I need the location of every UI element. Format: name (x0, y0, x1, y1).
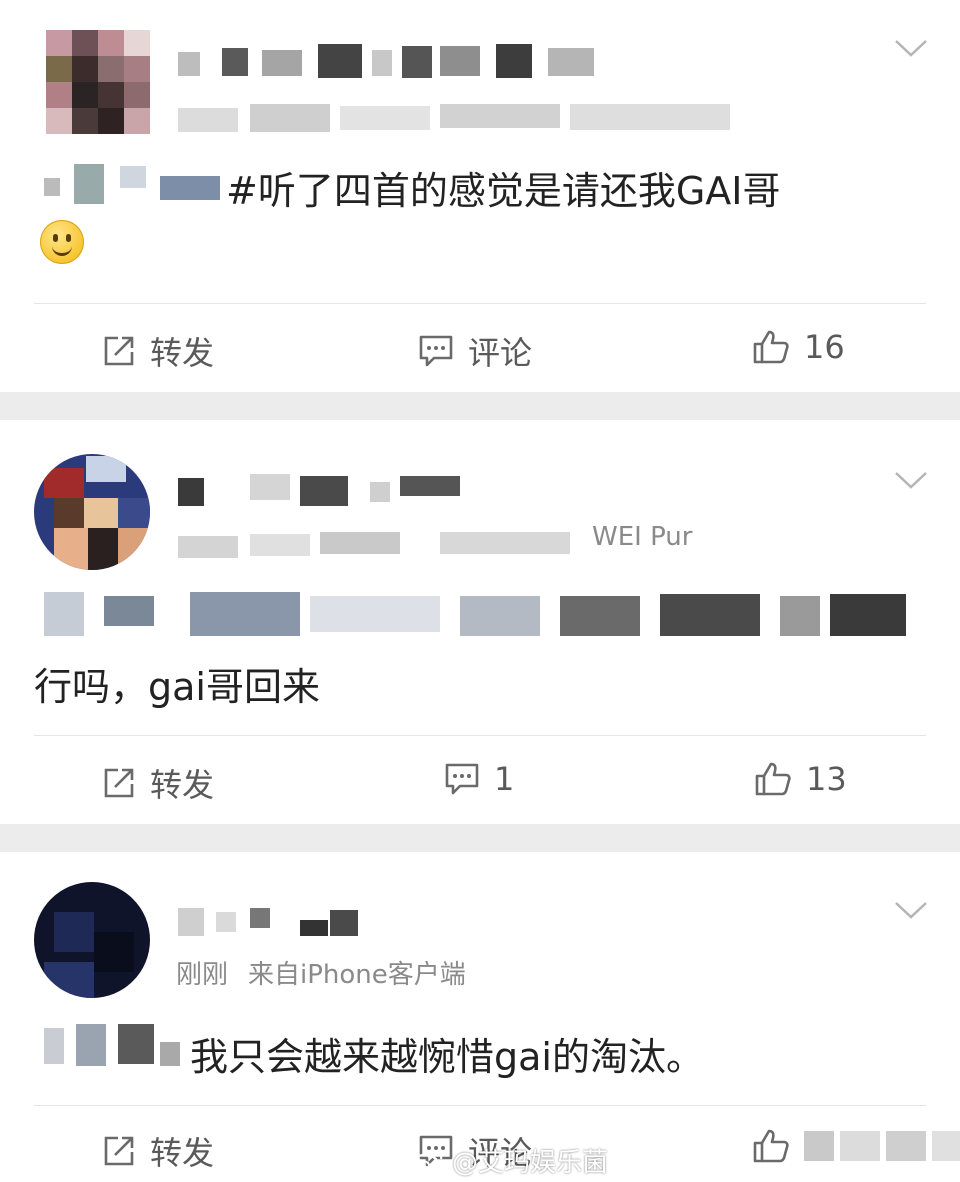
smile-emoji-icon (40, 220, 84, 264)
comment-button[interactable]: 1 (444, 760, 514, 798)
like-button[interactable]: 13 (754, 760, 847, 798)
comment-label: 评论 (468, 334, 533, 372)
like-count: 13 (806, 760, 847, 798)
like-icon (753, 1129, 789, 1163)
comment-text: 行吗，gai哥回来 (34, 665, 320, 709)
chevron-down-icon[interactable] (894, 900, 928, 920)
avatar[interactable] (34, 882, 150, 998)
meta-source: 来自iPhone客户端 (248, 960, 466, 990)
avatar[interactable] (34, 454, 150, 570)
watermark: @艾玛娱乐菌 (410, 1142, 608, 1179)
meta-time: 刚刚 (176, 960, 229, 990)
repost-icon (104, 768, 134, 798)
repost-button[interactable]: 转发 (102, 760, 214, 806)
chevron-down-icon[interactable] (894, 470, 928, 490)
comment-card-2: WEI Pur 行吗，gai哥回来 转发 1 13 (0, 420, 960, 824)
like-icon (755, 762, 791, 796)
comment-icon (445, 763, 479, 795)
like-icon (753, 330, 789, 364)
meta-partial-text: WEI Pur (592, 522, 693, 552)
chevron-down-icon[interactable] (894, 38, 928, 58)
like-count-redacted (804, 1131, 960, 1161)
repost-icon (104, 336, 134, 366)
weibo-logo-icon (410, 1149, 443, 1174)
divider (34, 303, 926, 304)
watermark-text: @艾玛娱乐菌 (452, 1148, 609, 1178)
comment-icon (419, 335, 453, 367)
like-count: 16 (804, 328, 845, 366)
comment-count: 1 (494, 760, 515, 798)
like-button[interactable] (752, 1128, 960, 1164)
repost-icon (104, 1136, 134, 1166)
divider (34, 1105, 926, 1106)
comment-text: #听了四首的感觉是请还我GAI哥 (226, 169, 781, 213)
comment-card-3: 刚刚 来自iPhone客户端 我只会越来越惋惜gai的淘汰。 转发 评论 (0, 852, 960, 1182)
comment-button[interactable]: 评论 (418, 328, 532, 374)
comment-card-1: #听了四首的感觉是请还我GAI哥 转发 评论 16 (0, 0, 960, 392)
repost-button[interactable]: 转发 (102, 328, 214, 374)
avatar[interactable] (46, 30, 150, 134)
comment-text: 我只会越来越惋惜gai的淘汰。 (190, 1035, 704, 1079)
repost-label: 转发 (150, 766, 215, 804)
repost-button[interactable]: 转发 (102, 1128, 214, 1174)
divider (34, 735, 926, 736)
repost-label: 转发 (150, 334, 215, 372)
like-button[interactable]: 16 (752, 328, 845, 366)
repost-label: 转发 (150, 1134, 215, 1172)
